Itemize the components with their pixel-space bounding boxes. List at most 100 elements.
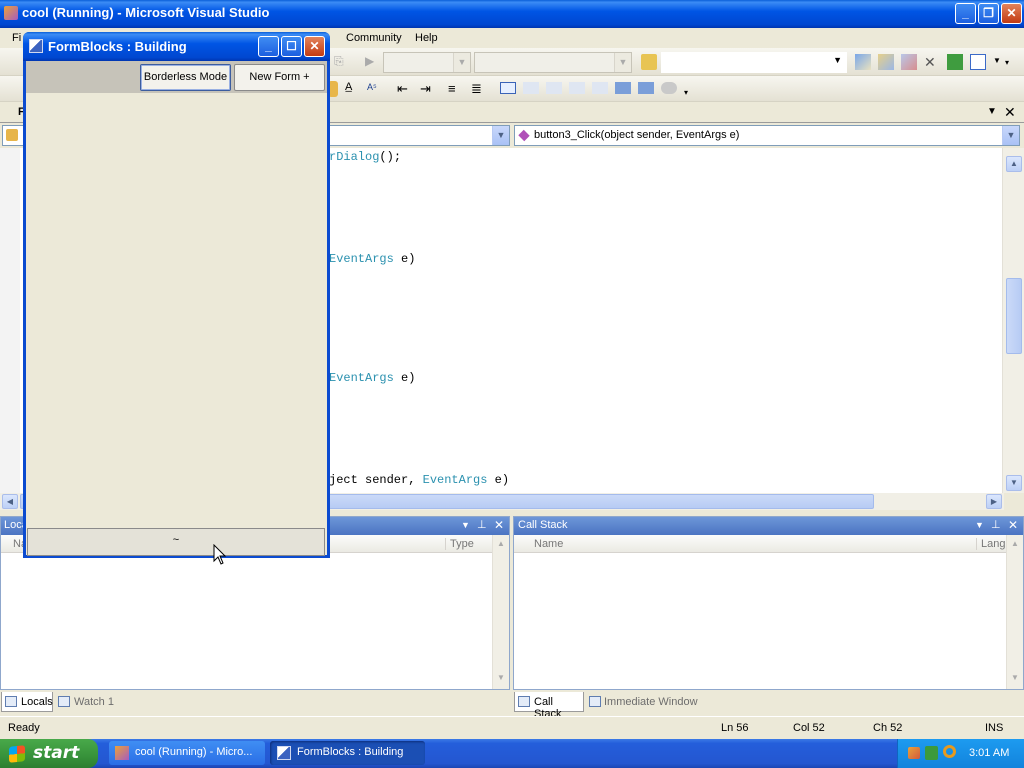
navigate-back-icon[interactable]: ⎘: [334, 54, 350, 70]
scroll-down-button[interactable]: ▼: [1006, 475, 1022, 491]
prev-bookmark-folder-icon[interactable]: [569, 82, 585, 94]
scroll-thumb[interactable]: [1006, 278, 1022, 354]
status-ins: INS: [985, 722, 1004, 734]
new-form-label: New Form +: [249, 71, 310, 83]
callstack-tab-strip: Call Stack Immediate Window: [512, 690, 1024, 720]
locals-pin-icon[interactable]: ⊥: [477, 518, 487, 531]
formblocks-task-label: FormBlocks : Building: [297, 746, 404, 758]
callstack-column-header: Name Langu: [514, 535, 1023, 553]
callstack-header[interactable]: Call Stack ▼ ⊥ ✕: [514, 517, 1023, 535]
locals-scrollbar[interactable]: ▲ ▼: [492, 535, 509, 689]
callstack-col-name[interactable]: Name: [534, 538, 563, 550]
menu-community[interactable]: Community: [346, 32, 402, 44]
formblocks-close-button[interactable]: ✕: [304, 36, 325, 57]
tab-locals-label: Locals: [21, 696, 53, 708]
scroll-right-button[interactable]: ▶: [986, 494, 1002, 509]
tray-search-icon[interactable]: [943, 745, 956, 758]
vs-task-label: cool (Running) - Micro...: [135, 746, 253, 758]
formblocks-window: FormBlocks : Building _ ☐ ✕ Borderless M…: [23, 32, 330, 558]
toolbox-icon[interactable]: ✕: [924, 54, 940, 70]
start-label: start: [33, 743, 80, 763]
callstack-pin-icon[interactable]: ⊥: [991, 518, 1001, 531]
indent-icon[interactable]: ⇥: [420, 81, 436, 97]
callstack-scrollbar[interactable]: ▲ ▼: [1006, 535, 1023, 689]
callstack-title: Call Stack: [518, 519, 568, 531]
active-files-dropdown-icon[interactable]: ▼: [987, 106, 997, 117]
next-bookmark-icon[interactable]: [546, 82, 562, 94]
menu-file[interactable]: Fi: [12, 32, 21, 44]
members-combo[interactable]: button3_Click(object sender, EventArgs e…: [514, 125, 1020, 146]
tab-call-stack[interactable]: Call Stack: [514, 692, 584, 720]
object-browser-icon[interactable]: [901, 54, 917, 70]
tray-network-icon[interactable]: [925, 746, 938, 760]
locals-close-icon[interactable]: ✕: [494, 518, 504, 532]
tab-immediate-label: Immediate Window: [604, 696, 698, 708]
locals-tab-strip: Locals Watch 1: [0, 690, 512, 714]
formblocks-client-area: Borderless Mode New Form + ~: [26, 61, 327, 556]
tab-locals[interactable]: Locals: [1, 692, 53, 712]
toolbar-chevron-icon[interactable]: ▾: [1005, 58, 1009, 67]
properties-icon[interactable]: [878, 54, 894, 70]
new-form-button[interactable]: New Form +: [234, 64, 325, 91]
close-document-icon[interactable]: ✕: [1004, 104, 1016, 121]
formblocks-title: FormBlocks : Building: [48, 39, 187, 54]
start-button[interactable]: start: [0, 739, 98, 768]
start-page-icon[interactable]: [947, 54, 963, 70]
class-icon: [6, 129, 18, 141]
formblocks-app-icon: [29, 39, 43, 53]
find-combo[interactable]: ▼: [661, 52, 847, 73]
vs-restore-button[interactable]: ❐: [978, 3, 999, 24]
watch-tab-icon: [58, 696, 70, 707]
locals-col-type[interactable]: Type: [445, 538, 474, 550]
vs-title-bar[interactable]: cool (Running) - Microsoft Visual Studio…: [0, 0, 1024, 28]
callstack-dropdown-icon[interactable]: ▼: [975, 520, 984, 530]
taskbar-button-vs[interactable]: cool (Running) - Micro...: [109, 741, 265, 765]
tab-watch1[interactable]: Watch 1: [56, 692, 120, 712]
clear-bookmarks-icon[interactable]: [661, 82, 677, 94]
menu-help[interactable]: Help: [415, 32, 438, 44]
taskbar: start cool (Running) - Micro... FormBloc…: [0, 739, 1024, 768]
locals-dropdown-icon[interactable]: ▼: [461, 520, 470, 530]
code-line: rDialog();: [329, 150, 402, 164]
status-line: Ln 56: [721, 722, 749, 734]
window-icon[interactable]: [970, 54, 986, 70]
callstack-close-icon[interactable]: ✕: [1008, 518, 1018, 532]
vs-close-button[interactable]: ✕: [1001, 3, 1022, 24]
parameter-info-icon[interactable]: A̲: [345, 81, 361, 97]
comment-icon[interactable]: ≡: [448, 81, 464, 97]
vs-window-title: cool (Running) - Microsoft Visual Studio: [22, 5, 270, 20]
code-line: EventArgs e): [329, 371, 416, 385]
next-bookmark-doc-icon[interactable]: [638, 82, 654, 94]
formblocks-task-icon: [277, 746, 291, 760]
solution-platform-combo[interactable]: ▼: [474, 52, 632, 73]
formblocks-title-bar[interactable]: FormBlocks : Building _ ☐ ✕: [23, 32, 330, 61]
outdent-icon[interactable]: ⇤: [397, 81, 413, 97]
find-in-files-icon[interactable]: [641, 54, 657, 70]
prev-bookmark-doc-icon[interactable]: [615, 82, 631, 94]
solution-config-combo[interactable]: ▼: [383, 52, 471, 73]
toolbar2-overflow-icon[interactable]: ▾: [684, 88, 688, 97]
formblocks-bottom-button[interactable]: ~: [27, 528, 325, 556]
formblocks-maximize-button[interactable]: ☐: [281, 36, 302, 57]
windows-logo-icon: [9, 745, 25, 763]
callstack-panel: Call Stack ▼ ⊥ ✕ Name Langu ▲ ▼: [513, 516, 1024, 690]
solution-explorer-icon[interactable]: [855, 54, 871, 70]
borderless-mode-button[interactable]: Borderless Mode: [140, 64, 231, 91]
editor-vertical-scrollbar[interactable]: ▲ ▼: [1002, 148, 1024, 493]
next-bookmark-folder-icon[interactable]: [592, 82, 608, 94]
prev-bookmark-icon[interactable]: [523, 82, 539, 94]
formblocks-bottom-label: ~: [172, 534, 180, 546]
vs-minimize-button[interactable]: _: [955, 3, 976, 24]
tab-immediate-window[interactable]: Immediate Window: [587, 692, 707, 712]
toggle-bookmark-icon[interactable]: [500, 82, 516, 94]
tray-vs-icon[interactable]: [908, 747, 920, 759]
start-debug-icon[interactable]: ▶: [365, 54, 381, 70]
toolbar-overflow-icon[interactable]: ▼: [993, 56, 1001, 65]
formblocks-minimize-button[interactable]: _: [258, 36, 279, 57]
clock: 3:01 AM: [969, 747, 1010, 759]
quick-info-icon[interactable]: A⁵: [367, 82, 383, 98]
scroll-up-button[interactable]: ▲: [1006, 156, 1022, 172]
taskbar-button-formblocks[interactable]: FormBlocks : Building: [270, 741, 425, 765]
uncomment-icon[interactable]: ≣: [471, 81, 487, 97]
scroll-left-button[interactable]: ◀: [2, 494, 18, 509]
